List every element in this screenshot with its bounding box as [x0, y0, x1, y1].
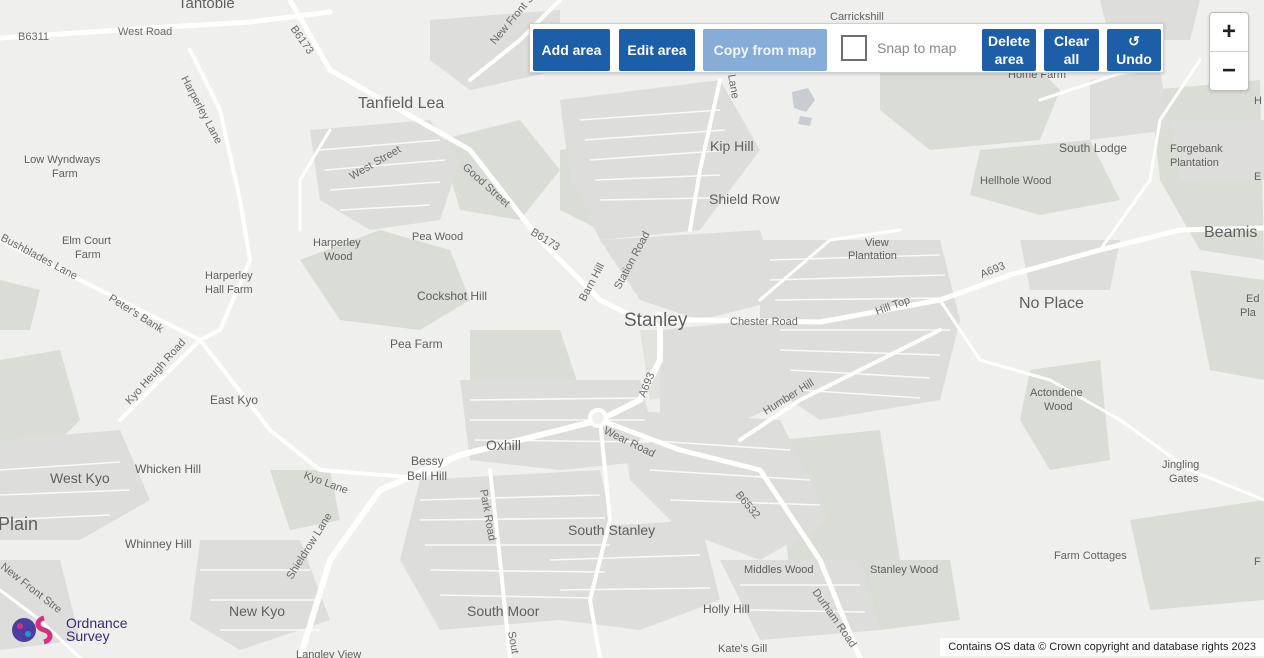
place-label-pea-wood: Pea Wood: [412, 231, 463, 243]
snap-to-map-toggle[interactable]: Snap to map: [841, 35, 956, 61]
delete-area-button[interactable]: Delete area: [982, 29, 1036, 71]
ordnance-survey-logo: Ordnance Survey: [10, 614, 127, 646]
place-label-east-kyo: East Kyo: [210, 393, 258, 407]
road-label-west-road: West Road: [118, 26, 172, 38]
place-label-tantobie: Tantobie: [178, 0, 235, 12]
os-logo-icon: [12, 615, 53, 645]
snap-to-map-checkbox[interactable]: [841, 35, 867, 61]
clear-all-label-2: all: [1063, 51, 1080, 67]
place-label-new-kyo: New Kyo: [229, 603, 285, 619]
place-label-middles-wood: Middles Wood: [744, 564, 814, 576]
copy-from-map-label: Copy from map: [713, 42, 817, 58]
place-label-elm-court-farm: Farm: [75, 249, 101, 261]
zoom-control: + −: [1209, 12, 1249, 91]
add-area-button[interactable]: Add area: [533, 29, 610, 71]
place-label-harperley-hall: Harperley: [205, 270, 253, 282]
place-label-whinney-hill: Whinney Hill: [125, 537, 192, 551]
plus-icon: +: [1221, 18, 1236, 45]
place-label-langley-view: Langley View: [296, 649, 361, 658]
place-label-forgebank: Forgebank: [1170, 143, 1223, 155]
place-label-south-stanley: South Stanley: [568, 522, 655, 538]
place-label-jingling: Jingling: [1162, 459, 1199, 471]
place-label-tanfield-lea: Tanfield Lea: [358, 95, 444, 112]
place-label-edge-pla: Pla: [1240, 307, 1257, 319]
add-area-label: Add area: [541, 42, 602, 58]
os-logo-text: Ordnance Survey: [66, 616, 127, 644]
zoom-out-button[interactable]: −: [1210, 52, 1248, 90]
place-label-harperley-hall-farm: Hall Farm: [205, 284, 253, 296]
place-label-elm-court: Elm Court: [62, 235, 111, 247]
os-logo-line2: Survey: [66, 628, 110, 644]
place-label-jingling-gates: Gates: [1169, 473, 1199, 485]
place-label-no-place: No Place: [1019, 295, 1084, 312]
undo-icon: ↺: [1128, 33, 1140, 49]
map-attribution: Contains OS data © Crown copyright and d…: [940, 638, 1264, 656]
place-label-beamish: Beamis: [1204, 224, 1257, 241]
place-label-edge-f: F: [1254, 556, 1261, 568]
place-label-bell-hill: Bell Hill: [407, 469, 447, 483]
place-label-carrickshill: Carrickshill: [830, 11, 884, 23]
copy-from-map-button[interactable]: Copy from map: [703, 29, 827, 71]
place-label-shield-row: Shield Row: [709, 191, 781, 207]
place-label-stanley: Stanley: [624, 310, 688, 331]
delete-area-label-1: Delete: [987, 33, 1031, 49]
place-label-hellhole-wood: Hellhole Wood: [980, 175, 1051, 187]
place-label-whicken-hill: Whicken Hill: [135, 462, 201, 476]
place-label-harperley-wood: Harperley: [313, 237, 361, 249]
place-label-oxhill: Oxhill: [486, 437, 521, 453]
edit-area-label: Edit area: [627, 42, 687, 58]
place-label-south-lodge: South Lodge: [1059, 141, 1127, 155]
place-label-holly-hill: Holly Hill: [703, 602, 750, 616]
delete-area-label-2: area: [994, 51, 1024, 67]
road-label-chester-road: Chester Road: [730, 316, 798, 328]
minus-icon: −: [1221, 57, 1236, 84]
place-label-view-plantation: Plantation: [848, 250, 897, 262]
place-label-plain: Plain: [0, 514, 38, 534]
place-label-stanley-wood: Stanley Wood: [870, 564, 938, 576]
base-map[interactable]: B6311 West Road B6173 New Front St Harpe…: [0, 0, 1264, 658]
clear-all-label-1: Clear: [1053, 33, 1090, 49]
edit-area-button[interactable]: Edit area: [619, 29, 695, 71]
place-label-harperley-wood-2: Wood: [324, 251, 353, 263]
undo-label: Undo: [1116, 51, 1152, 67]
place-label-actondene-wood: Wood: [1044, 401, 1073, 413]
place-label-west-kyo: West Kyo: [50, 470, 110, 486]
place-label-kates-gill: Kate's Gill: [718, 643, 767, 655]
place-label-cockshot-hill: Cockshot Hill: [417, 289, 487, 303]
undo-button[interactable]: ↺ Undo: [1107, 29, 1161, 71]
place-label-forgebank-plantation: Plantation: [1170, 157, 1219, 169]
place-label-edge-ed: Ed: [1246, 293, 1259, 305]
place-label-pea-farm: Pea Farm: [390, 337, 443, 351]
clear-all-button[interactable]: Clear all: [1044, 29, 1099, 71]
place-label-edge-e: E: [1254, 171, 1261, 183]
place-label-bessy: Bessy: [411, 454, 444, 468]
place-label-kip-hill: Kip Hill: [710, 138, 754, 154]
zoom-in-button[interactable]: +: [1210, 13, 1248, 51]
place-label-south-moor: South Moor: [467, 603, 540, 619]
place-label-view: View: [865, 237, 889, 249]
place-label-actondene: Actondene: [1030, 387, 1083, 399]
drawing-toolbar: Add area Edit area Copy from map Snap to…: [529, 23, 1164, 73]
place-label-low-wyndways-farm: Farm: [52, 168, 78, 180]
place-label-farm-cottages: Farm Cottages: [1054, 550, 1127, 562]
snap-to-map-label: Snap to map: [877, 40, 957, 56]
road-label-b6311: B6311: [18, 31, 49, 43]
place-label-edge-h: H: [1254, 95, 1262, 107]
place-label-low-wyndways: Low Wyndways: [24, 154, 101, 166]
